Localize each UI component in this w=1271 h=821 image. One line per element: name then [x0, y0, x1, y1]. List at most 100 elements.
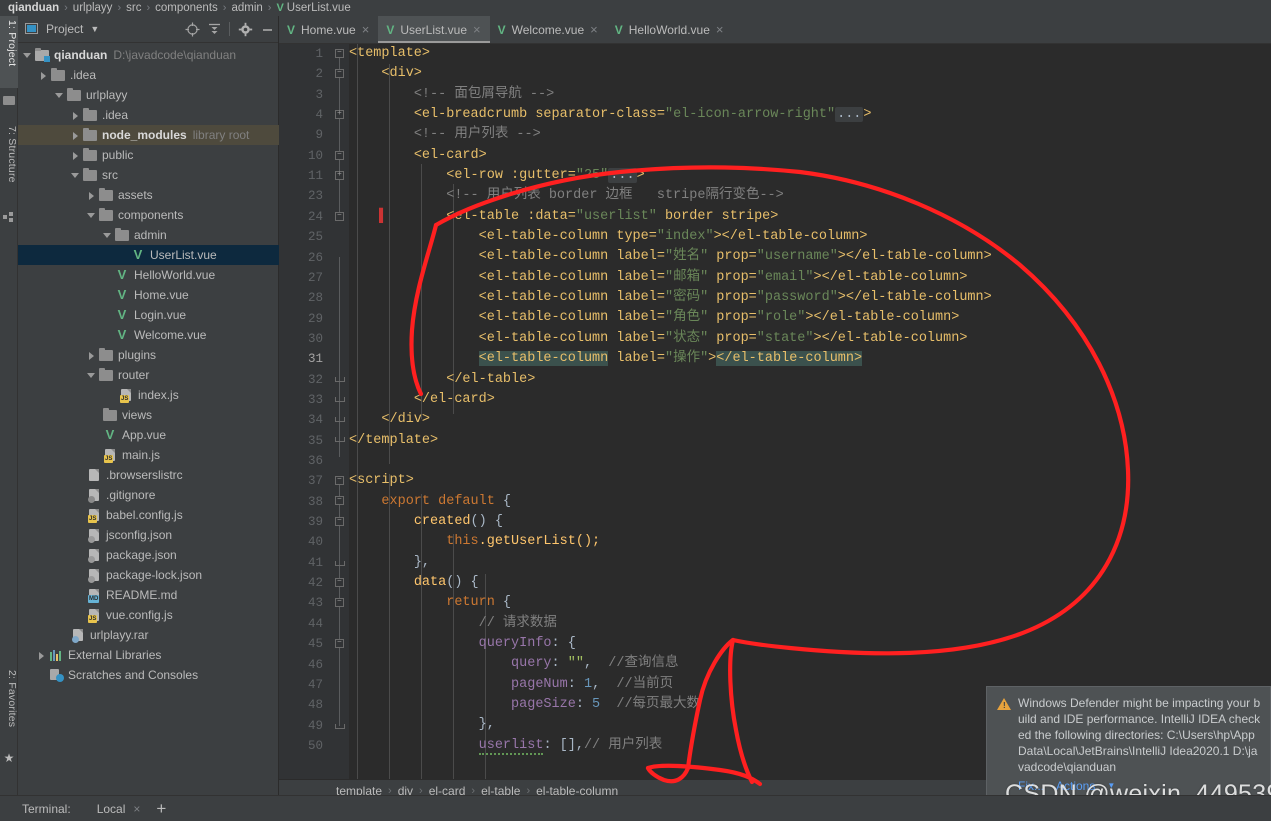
breadcrumb-item-admin[interactable]: admin	[231, 2, 262, 14]
fold-end-icon[interactable]	[335, 437, 345, 443]
tree-row-package-json[interactable]: package.json	[18, 545, 279, 565]
code-editor[interactable]: 1 2 3 4 9 10 11 23 24 25 26 27 28 29 30 …	[279, 44, 1271, 779]
line-number: 2	[315, 67, 323, 82]
fold-region-line	[339, 54, 340, 214]
collapse-all-icon[interactable]	[203, 18, 225, 40]
tool-tab-structure[interactable]: 7: Structure	[0, 122, 18, 206]
twisty-right-icon[interactable]	[38, 69, 50, 81]
fold-end-icon[interactable]	[335, 724, 345, 730]
tree-row-home-vue[interactable]: V Home.vue	[18, 285, 279, 305]
fold-end-icon[interactable]	[335, 377, 345, 383]
fold-toggle-icon[interactable]	[335, 639, 344, 648]
close-icon[interactable]: ×	[362, 23, 370, 36]
tree-row-helloworld-vue[interactable]: V HelloWorld.vue	[18, 265, 279, 285]
terminal-local-tab[interactable]: Local	[97, 802, 126, 816]
close-icon[interactable]: ×	[473, 23, 481, 36]
tab-userlist-vue[interactable]: V UserList.vue ×	[378, 16, 490, 43]
fold-end-icon[interactable]	[335, 417, 345, 423]
fold-toggle-icon[interactable]	[335, 212, 344, 221]
terminal-label[interactable]: Terminal:	[22, 802, 71, 816]
tree-row-babel-config-js[interactable]: JS babel.config.js	[18, 505, 279, 525]
fold-end-icon[interactable]	[335, 397, 345, 403]
breadcrumb-item-src[interactable]: src	[126, 2, 141, 14]
tree-row-node-modules[interactable]: node_modules library root	[18, 125, 279, 145]
tree-row-userlist-vue[interactable]: V UserList.vue	[18, 245, 279, 265]
folder-icon	[102, 407, 118, 423]
breadcrumb-item-components[interactable]: components	[155, 2, 218, 14]
minimize-icon[interactable]	[256, 18, 278, 40]
tree-row-urlplayy[interactable]: urlplayy	[18, 85, 279, 105]
tool-tab-favorites[interactable]: 2: Favorites	[0, 666, 18, 746]
close-icon[interactable]: ×	[590, 23, 598, 36]
breadcrumb-item-project[interactable]: qianduan	[8, 2, 59, 14]
tab-home-vue[interactable]: V Home.vue ×	[279, 16, 378, 43]
tree-row-components[interactable]: components	[18, 205, 279, 225]
tree-row-scratches-consoles[interactable]: Scratches and Consoles	[18, 665, 279, 685]
add-icon[interactable]: +	[156, 800, 166, 817]
close-icon[interactable]: ×	[133, 802, 140, 816]
twisty-down-icon[interactable]	[86, 369, 98, 381]
folded-region-placeholder[interactable]: ...	[608, 168, 637, 184]
line-number-gutter[interactable]: 1 2 3 4 9 10 11 23 24 25 26 27 28 29 30 …	[279, 44, 331, 779]
tree-row-router[interactable]: router	[18, 365, 279, 385]
tree-row-main-js[interactable]: JS main.js	[18, 445, 279, 465]
code-folding-strip[interactable]	[331, 44, 349, 779]
tree-row-jsconfig-json[interactable]: jsconfig.json	[18, 525, 279, 545]
twisty-right-icon[interactable]	[70, 129, 82, 141]
tree-row-plugins[interactable]: plugins	[18, 345, 279, 365]
twisty-down-icon[interactable]	[70, 169, 82, 181]
twisty-down-icon[interactable]	[86, 209, 98, 221]
tree-row-idea-inner[interactable]: .idea	[18, 105, 279, 125]
tab-helloworld-vue[interactable]: V HelloWorld.vue ×	[607, 16, 733, 43]
tree-row-login-vue[interactable]: V Login.vue	[18, 305, 279, 325]
tree-row-public[interactable]: public	[18, 145, 279, 165]
tree-row-welcome-vue[interactable]: V Welcome.vue	[18, 325, 279, 345]
tree-row-browserslistrc[interactable]: .browserslistrc	[18, 465, 279, 485]
fold-toggle-icon[interactable]	[335, 476, 344, 485]
breadcrumb-item-urlplayy[interactable]: urlplayy	[73, 2, 113, 14]
fold-toggle-icon[interactable]	[335, 151, 344, 160]
twisty-right-icon[interactable]	[36, 649, 48, 661]
fold-toggle-icon[interactable]	[335, 578, 344, 587]
fold-toggle-icon[interactable]	[335, 110, 344, 119]
tree-row-app-vue[interactable]: V App.vue	[18, 425, 279, 445]
code-text-area[interactable]: <template> <div> <!-- 面包屑导航 --> <el-brea…	[349, 44, 1271, 779]
tree-row-gitignore[interactable]: .gitignore	[18, 485, 279, 505]
tree-row-package-lock-json[interactable]: package-lock.json	[18, 565, 279, 585]
fold-end-icon[interactable]	[335, 561, 345, 567]
tab-welcome-vue[interactable]: V Welcome.vue ×	[490, 16, 607, 43]
tree-row-idea[interactable]: .idea	[18, 65, 279, 85]
tool-tab-project[interactable]: 1: Project	[0, 16, 18, 88]
fold-toggle-icon[interactable]	[335, 49, 344, 58]
tree-row-assets[interactable]: assets	[18, 185, 279, 205]
tree-row-qianduan[interactable]: qianduan D:\javadcode\qianduan	[18, 45, 279, 65]
breadcrumb-item-file[interactable]: UserList.vue	[287, 2, 351, 14]
twisty-down-icon[interactable]	[22, 49, 34, 61]
tree-row-admin[interactable]: admin	[18, 225, 279, 245]
project-view-icon	[24, 21, 40, 37]
fold-toggle-icon[interactable]	[335, 171, 344, 180]
fold-toggle-icon[interactable]	[335, 598, 344, 607]
fold-toggle-icon[interactable]	[335, 517, 344, 526]
tree-row-readme-md[interactable]: MD README.md	[18, 585, 279, 605]
tree-row-src[interactable]: src	[18, 165, 279, 185]
twisty-right-icon[interactable]	[86, 349, 98, 361]
chevron-down-icon[interactable]: ▼	[90, 24, 99, 34]
gear-icon[interactable]	[234, 18, 256, 40]
twisty-down-icon[interactable]	[54, 89, 66, 101]
fold-toggle-icon[interactable]	[335, 69, 344, 78]
twisty-down-icon[interactable]	[102, 229, 114, 241]
project-tree[interactable]: qianduan D:\javadcode\qianduan .idea url…	[18, 43, 279, 795]
twisty-right-icon[interactable]	[70, 109, 82, 121]
folded-region-placeholder[interactable]: ...	[835, 107, 864, 123]
twisty-right-icon[interactable]	[70, 149, 82, 161]
fold-toggle-icon[interactable]	[335, 496, 344, 505]
tree-row-urlplayy-rar[interactable]: urlplayy.rar	[18, 625, 279, 645]
twisty-right-icon[interactable]	[86, 189, 98, 201]
close-icon[interactable]: ×	[716, 23, 724, 36]
tree-row-index-js[interactable]: JS index.js	[18, 385, 279, 405]
locate-icon[interactable]	[181, 18, 203, 40]
tree-row-external-libraries[interactable]: External Libraries	[18, 645, 279, 665]
tree-row-views[interactable]: views	[18, 405, 279, 425]
tree-row-vue-config-js[interactable]: JS vue.config.js	[18, 605, 279, 625]
